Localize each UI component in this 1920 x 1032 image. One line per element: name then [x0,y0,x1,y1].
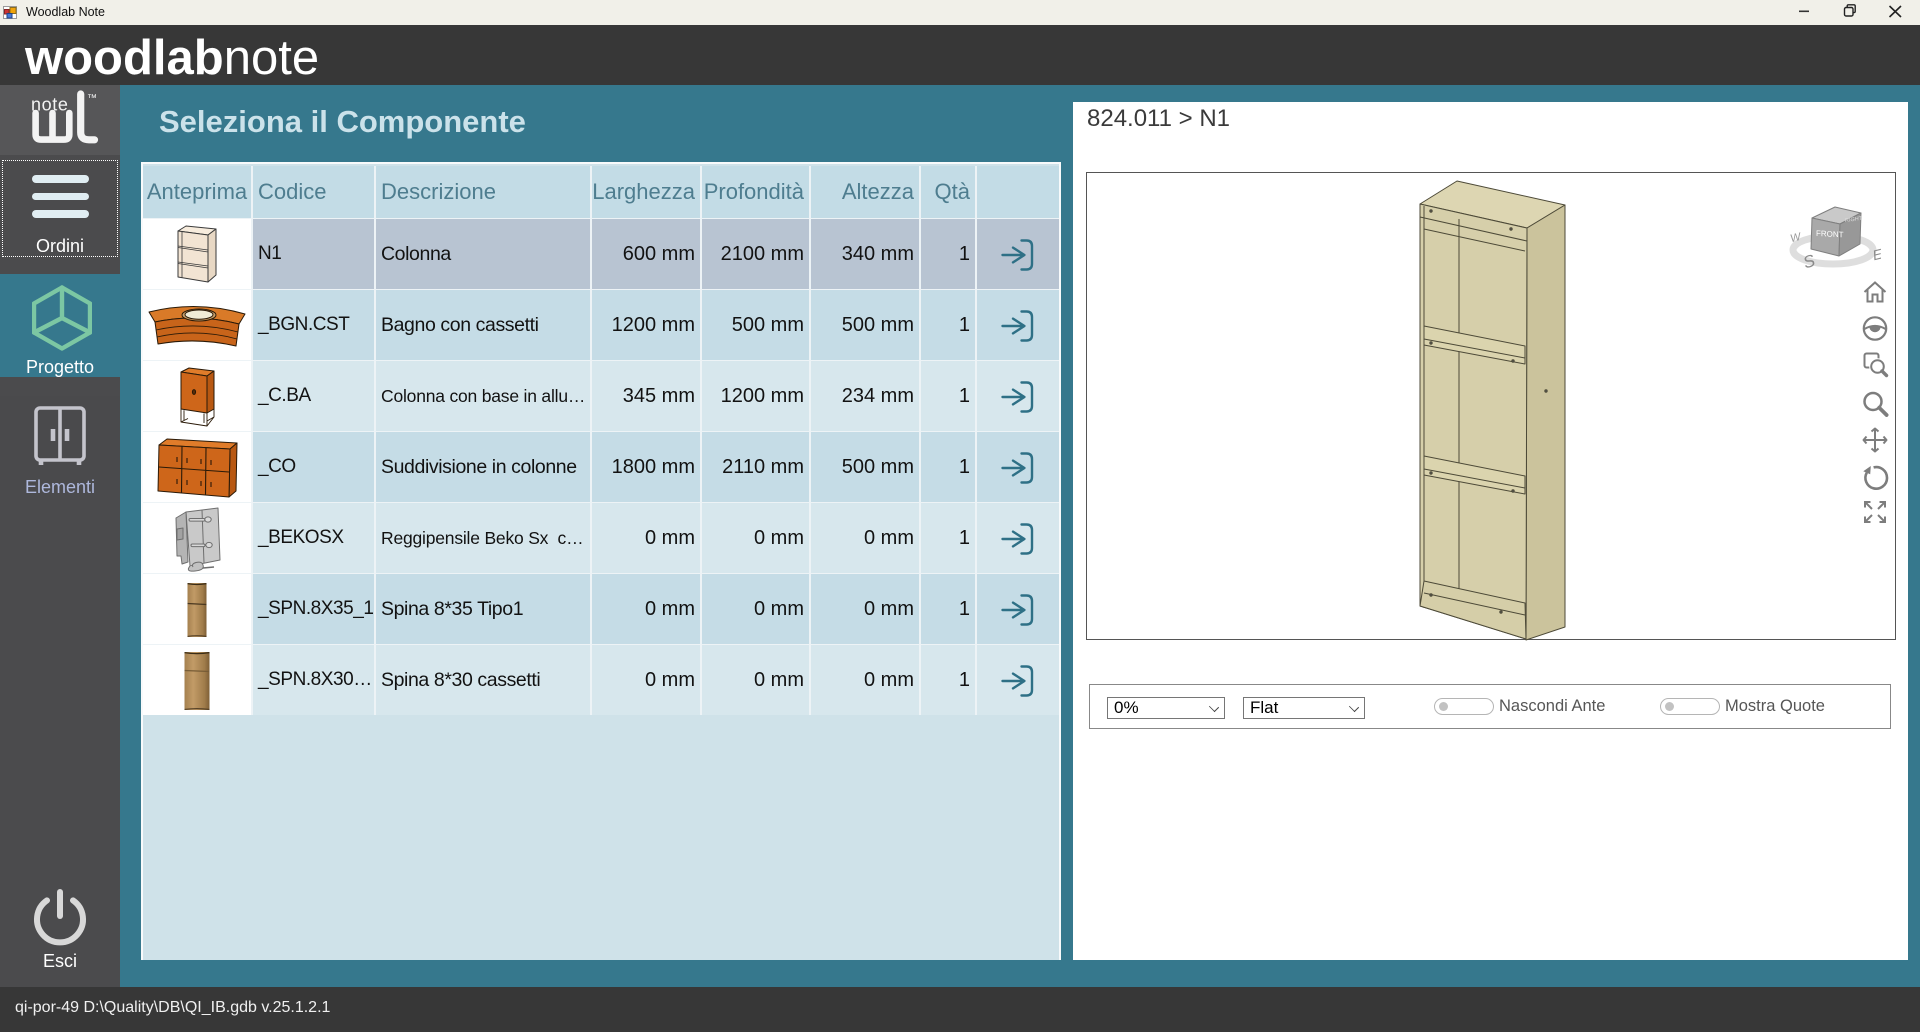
svg-text:E: E [1871,245,1881,263]
svg-text:™: ™ [87,93,97,104]
svg-text:FRONT: FRONT [1816,229,1844,239]
